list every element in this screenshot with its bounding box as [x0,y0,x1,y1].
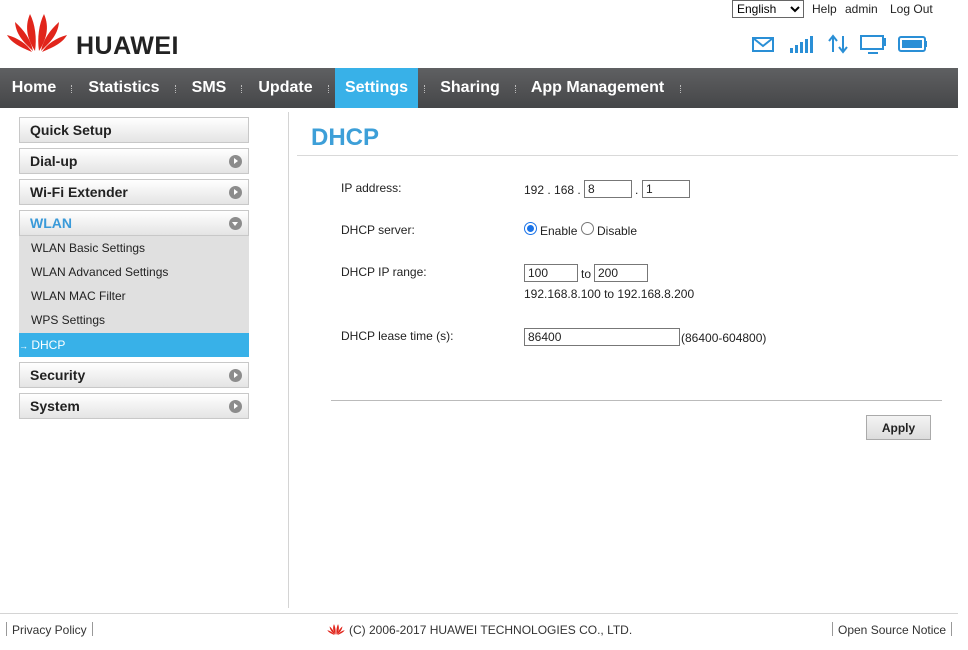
huawei-flower-icon [7,14,67,52]
chevron-right-icon [229,186,242,199]
ip-address-label: IP address: [341,181,402,195]
nav-statistics[interactable]: Statistics [78,68,170,108]
sidebar-item-label: DHCP [31,338,66,352]
footer-divider [0,613,958,614]
apply-button[interactable]: Apply [866,415,931,440]
chevron-down-icon [229,217,242,230]
sidebar-item-wlan[interactable]: WLAN [19,210,249,236]
logo-text: HUAWEI [76,32,179,60]
ip-dot: . [635,183,639,197]
range-to-label: to [581,267,592,281]
sidebar-item-label: WLAN [30,215,72,231]
nav-separator [424,85,425,93]
range-end-input[interactable] [594,264,648,282]
sidebar-item-label: System [30,398,80,414]
disable-label: Disable [597,224,638,238]
privacy-policy-link[interactable]: Privacy Policy [12,623,87,637]
help-link[interactable]: Help [812,2,837,16]
title-underline [297,155,958,156]
enable-label: Enable [540,224,578,238]
lease-time-input[interactable] [524,328,680,346]
chevron-right-icon [229,400,242,413]
nav-app-management[interactable]: App Management [521,68,674,108]
chevron-right-icon [229,369,242,382]
sidebar-item-quick-setup[interactable]: Quick Setup [19,117,249,143]
sidebar-item-wps-settings[interactable]: WPS Settings [19,308,249,332]
monitor-icon [860,35,886,54]
huawei-logo: HUAWEI [6,10,186,60]
signal-icon [790,36,813,53]
dhcp-range-label: DHCP IP range: [341,265,427,279]
data-transfer-icon [828,34,848,54]
sidebar-item-label: Dial-up [30,153,78,169]
language-select[interactable]: English [732,0,804,18]
ip-octet4-input[interactable] [642,180,690,198]
dhcp-server-label: DHCP server: [341,223,415,237]
nav-sharing[interactable]: Sharing [430,68,510,108]
sidebar-item-security[interactable]: Security [19,362,249,388]
footer-separator [951,622,952,636]
content-divider [288,112,289,608]
nav-sms[interactable]: SMS [181,68,237,108]
form-divider [331,400,942,401]
nav-separator [175,85,176,93]
page-title: DHCP [311,124,380,151]
enable-radio[interactable] [524,222,537,235]
nav-separator [515,85,516,93]
ip-octet3-input[interactable] [584,180,632,198]
wlan-submenu: WLAN Basic Settings WLAN Advanced Settin… [19,236,249,357]
header: HUAWEI English Help admin Log Out [0,0,968,68]
sidebar-item-label: Quick Setup [30,122,112,138]
sidebar-item-dhcp[interactable]: → DHCP [19,333,249,357]
lease-time-hint: (86400-604800) [681,331,767,345]
range-start-input[interactable] [524,264,578,282]
sidebar-item-label: Security [30,367,86,383]
nav-separator [71,85,72,93]
nav-separator [241,85,242,93]
sidebar-item-dialup[interactable]: Dial-up [19,148,249,174]
nav-separator [680,85,681,93]
disable-radio[interactable] [581,222,594,235]
chevron-right-icon [229,155,242,168]
range-summary: 192.168.8.100 to 192.168.8.200 [524,287,695,301]
sidebar-item-wlan-basic[interactable]: WLAN Basic Settings [19,236,249,260]
ip-prefix: 192 . 168 . [524,183,581,197]
copyright-text: (C) 2006-2017 HUAWEI TECHNOLOGIES CO., L… [349,623,633,637]
open-source-notice-link[interactable]: Open Source Notice [838,623,946,637]
lease-time-label: DHCP lease time (s): [341,329,454,343]
sidebar-item-wifi-extender[interactable]: Wi-Fi Extender [19,179,249,205]
battery-icon [898,36,927,52]
nav-home[interactable]: Home [0,68,68,108]
envelope-icon[interactable] [751,34,775,54]
footer-separator [6,622,7,636]
nav-update[interactable]: Update [248,68,323,108]
sidebar-item-label: Wi-Fi Extender [30,184,128,200]
active-arrow-icon: → [19,341,28,351]
sidebar-item-wlan-mac-filter[interactable]: WLAN MAC Filter [19,284,249,308]
nav-separator [328,85,329,93]
sidebar-item-wlan-advanced[interactable]: WLAN Advanced Settings [19,260,249,284]
sidebar-item-system[interactable]: System [19,393,249,419]
nav-settings[interactable]: Settings [335,68,418,108]
username-label[interactable]: admin [845,2,878,16]
footer-separator [832,622,833,636]
huawei-small-logo-icon [327,624,345,636]
logout-link[interactable]: Log Out [890,2,933,16]
main-nav: Home Statistics SMS Update Settings Shar… [0,68,958,108]
footer-separator [92,622,93,636]
